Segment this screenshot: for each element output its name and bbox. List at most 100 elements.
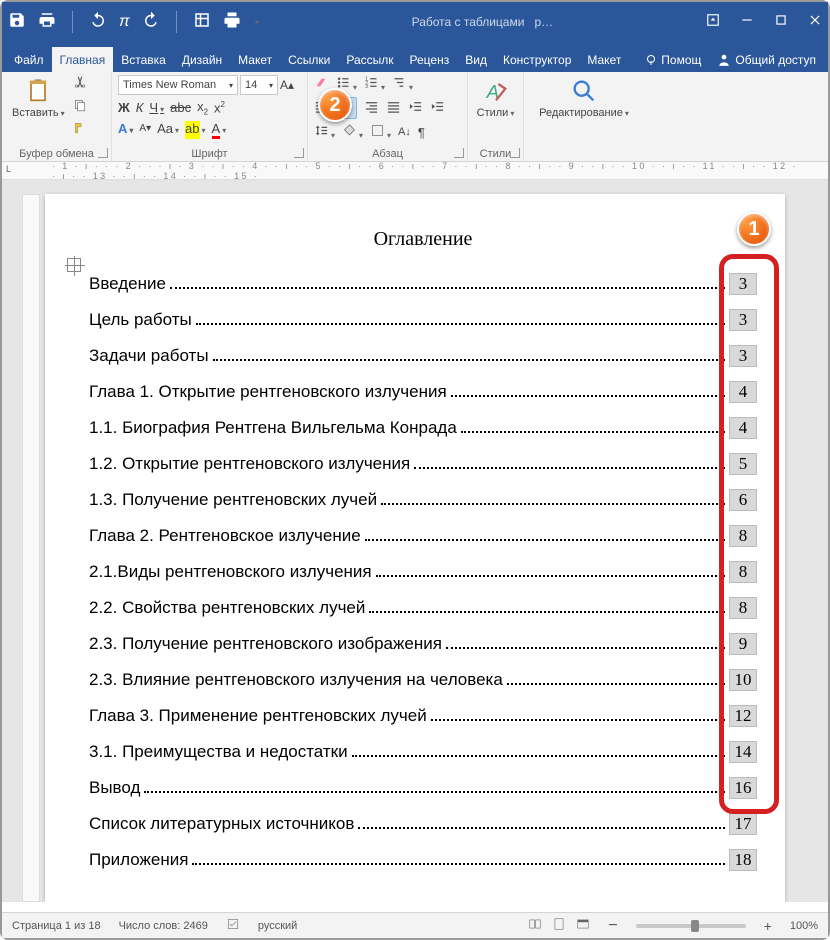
table-icon[interactable] (193, 11, 211, 34)
save-icon[interactable] (8, 11, 26, 34)
pilcrow-button[interactable]: ¶ (418, 125, 425, 140)
undo-icon[interactable] (89, 11, 107, 34)
table-anchor-icon[interactable] (67, 258, 81, 272)
numbering-button[interactable]: 123 (364, 75, 385, 93)
toc-page-cell[interactable]: 8 (729, 525, 757, 547)
toc-row[interactable]: 2.3. Получение рентгеновского изображени… (89, 633, 757, 655)
toc-page-cell[interactable]: 9 (729, 633, 757, 655)
toc-row[interactable]: Задачи работы3 (89, 345, 757, 367)
equation-icon[interactable]: π (119, 13, 130, 31)
highlight-button[interactable]: ab (185, 121, 205, 136)
clear-format-icon[interactable] (314, 75, 329, 93)
tab-mailings[interactable]: Рассылк (338, 47, 401, 72)
change-case-button[interactable]: Aa (157, 121, 179, 136)
sort-button[interactable]: A↓ (398, 126, 411, 138)
toc-row[interactable]: Список литературных источников17 (89, 813, 757, 835)
grow-font-icon[interactable]: A▴ (280, 78, 294, 92)
toc-page-cell[interactable]: 10 (729, 669, 757, 691)
editing-button[interactable]: Редактирование (530, 75, 638, 121)
styles-launcher-icon[interactable] (510, 148, 520, 158)
horizontal-ruler[interactable]: L · 1 · ı · · · 2 · · · ı · 3 · · ı · · … (2, 162, 828, 180)
format-painter-icon[interactable] (73, 121, 87, 138)
cut-icon[interactable] (73, 75, 87, 92)
bold-button[interactable]: Ж (118, 100, 130, 115)
tab-table-design[interactable]: Конструктор (495, 47, 579, 72)
toc-page-cell[interactable]: 16 (729, 777, 757, 799)
tab-review[interactable]: Реценз (402, 47, 458, 72)
toc-row[interactable]: Вывод16 (89, 777, 757, 799)
toc-page-cell[interactable]: 3 (729, 309, 757, 331)
toc-page-cell[interactable]: 4 (729, 417, 757, 439)
quick-print-icon[interactable] (223, 11, 241, 34)
toc-page-cell[interactable]: 12 (729, 705, 757, 727)
tab-file[interactable]: Файл (6, 47, 52, 72)
tab-home[interactable]: Главная (52, 47, 114, 72)
print-icon[interactable] (38, 11, 56, 34)
toc-row[interactable]: 2.1.Виды рентгеновского излучения8 (89, 561, 757, 583)
status-words[interactable]: Число слов: 2469 (119, 920, 208, 932)
proofing-icon[interactable] (226, 917, 240, 934)
increase-indent-button[interactable] (430, 99, 445, 117)
strike-button[interactable]: abc (170, 100, 191, 115)
font-name-combo[interactable]: Times New Roman▾ (118, 75, 238, 95)
toc-page-cell[interactable]: 6 (729, 489, 757, 511)
toc-row[interactable]: 3.1. Преимущества и недостатки14 (89, 741, 757, 763)
paragraph-launcher-icon[interactable] (454, 148, 464, 158)
copy-icon[interactable] (73, 98, 87, 115)
toc-row[interactable]: 1.3. Получение рентгеновских лучей6 (89, 489, 757, 511)
toc-row[interactable]: Глава 2. Рентгеновское излучение8 (89, 525, 757, 547)
borders-button[interactable] (370, 123, 391, 141)
tab-layout[interactable]: Макет (230, 47, 280, 72)
toc-page-cell[interactable]: 8 (729, 597, 757, 619)
toc-row[interactable]: Цель работы3 (89, 309, 757, 331)
close-icon[interactable] (808, 13, 822, 32)
share-button[interactable]: Общий доступ (709, 47, 824, 72)
minimize-icon[interactable] (740, 13, 754, 32)
maximize-icon[interactable] (774, 13, 788, 32)
shrink-font-icon[interactable]: A▾ (139, 123, 151, 134)
status-language[interactable]: русский (258, 920, 297, 932)
toc-row[interactable]: 1.1. Биография Рентгена Вильгельма Конра… (89, 417, 757, 439)
align-center-button[interactable] (336, 97, 357, 119)
page[interactable]: Оглавление Введение3 Цель работы3Задачи … (45, 194, 785, 902)
toc-row[interactable]: Приложения18 (89, 849, 757, 871)
print-layout-icon[interactable] (552, 917, 566, 934)
toc-page-cell[interactable]: 3 (729, 345, 757, 367)
paste-button[interactable]: Вставить (8, 75, 69, 121)
toc-row[interactable]: Введение3 (89, 273, 757, 295)
shading-button[interactable] (342, 123, 363, 141)
status-page[interactable]: Страница 1 из 18 (12, 920, 101, 932)
tab-design[interactable]: Дизайн (174, 47, 230, 72)
justify-button[interactable] (386, 99, 401, 117)
tell-me[interactable]: Помощ (637, 47, 709, 72)
toc-row[interactable]: Глава 3. Применение рентгеновских лучей1… (89, 705, 757, 727)
toc-page-cell[interactable]: 8 (729, 561, 757, 583)
toc-page-cell[interactable]: 3 (729, 273, 757, 295)
tab-insert[interactable]: Вставка (113, 47, 174, 72)
italic-button[interactable]: К (136, 100, 144, 115)
align-left-button[interactable] (314, 99, 329, 117)
toc-row[interactable]: 2.2. Свойства рентгеновских лучей8 (89, 597, 757, 619)
line-spacing-button[interactable] (314, 123, 335, 141)
decrease-indent-button[interactable] (408, 99, 423, 117)
zoom-level[interactable]: 100% (790, 920, 818, 932)
subscript-button[interactable]: x2 (197, 99, 208, 117)
read-mode-icon[interactable] (528, 917, 542, 934)
underline-button[interactable]: Ч (149, 100, 164, 115)
tab-table-layout[interactable]: Макет (579, 47, 629, 72)
font-color-button[interactable]: A (212, 121, 227, 136)
toc-page-cell[interactable]: 14 (729, 741, 757, 763)
zoom-in-button[interactable]: + (764, 918, 772, 934)
styles-button[interactable]: A Стили (474, 75, 517, 121)
tab-view[interactable]: Вид (457, 47, 495, 72)
zoom-slider[interactable] (636, 924, 746, 928)
bullets-button[interactable] (336, 75, 357, 93)
multilevel-button[interactable] (392, 75, 413, 93)
text-effects-button[interactable]: A (118, 121, 133, 136)
tab-references[interactable]: Ссылки (280, 47, 338, 72)
toc-page-cell[interactable]: 17 (729, 813, 757, 835)
font-launcher-icon[interactable] (294, 148, 304, 158)
toc-page-cell[interactable]: 18 (729, 849, 757, 871)
toc-row[interactable]: 2.3. Влияние рентгеновского излучения на… (89, 669, 757, 691)
align-right-button[interactable] (364, 99, 379, 117)
